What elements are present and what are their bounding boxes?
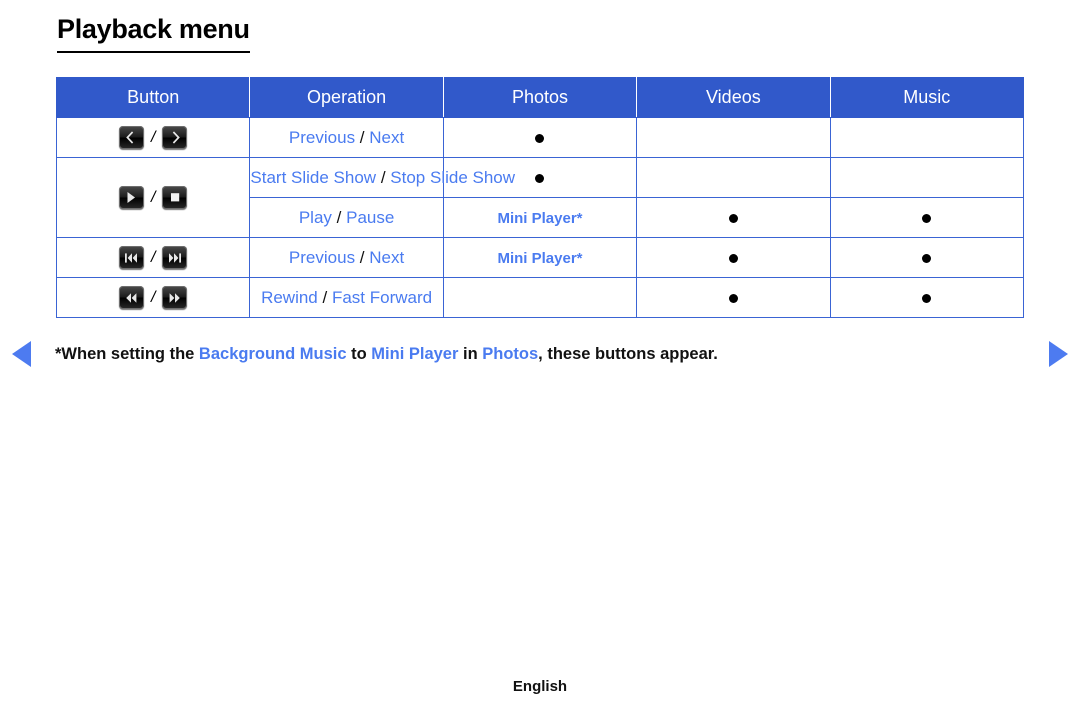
footnote-part-2: to <box>346 344 372 363</box>
operation-separator: / <box>359 247 365 267</box>
operation-left: Play <box>298 207 332 227</box>
supported-dot <box>728 253 738 263</box>
play-icon[interactable] <box>118 186 144 209</box>
button-cell-skip: / <box>55 237 251 278</box>
supported-dot <box>922 293 932 303</box>
supported-dot <box>535 173 545 183</box>
footnote-text: *When setting the Background Music to Mi… <box>31 345 1049 364</box>
videos-cell <box>636 237 831 278</box>
operation-text: Start Slide Show / Stop Slide Show <box>250 168 515 187</box>
chevron-left-icon[interactable] <box>118 126 144 149</box>
column-header-photos: Photos <box>442 77 638 118</box>
videos-cell <box>636 157 831 198</box>
operation-cell: Previous / Next <box>249 237 444 278</box>
separator: / <box>150 128 156 146</box>
operation-right: Next <box>369 247 405 267</box>
button-cell-rewind-ff: / <box>55 277 251 318</box>
footnote-term-mini-player: Mini Player <box>371 344 459 363</box>
button-pair: / <box>57 286 249 309</box>
operation-left: Rewind <box>261 287 318 307</box>
operation-separator: / <box>336 207 342 227</box>
operation-right: Fast Forward <box>331 287 433 307</box>
table-row: / Previous / Next <box>55 117 1025 158</box>
footnote-term-background-music: Background Music <box>198 344 347 363</box>
rewind-icon[interactable] <box>118 286 144 309</box>
operation-separator: / <box>322 287 328 307</box>
operation-cell: Rewind / Fast Forward <box>249 277 444 318</box>
footnote-row: *When setting the Background Music to Mi… <box>0 338 1080 370</box>
separator: / <box>150 248 156 266</box>
mini-player-label: Mini Player* <box>497 249 583 267</box>
operation-right: Pause <box>346 207 395 227</box>
supported-dot <box>922 213 932 223</box>
operation-cell: Play / Pause <box>249 197 444 238</box>
supported-dot <box>922 253 932 263</box>
photos-cell: Mini Player* <box>442 197 638 238</box>
table-body: / Previous / Next / Start Slide Show / S… <box>55 117 1025 318</box>
playback-menu-table: Button Operation Photos Videos Music / P… <box>55 77 1025 318</box>
footnote-part-1: *When setting the <box>55 344 199 363</box>
music-cell <box>829 277 1025 318</box>
videos-cell <box>636 277 831 318</box>
separator: / <box>150 288 156 306</box>
operation-cell: Start Slide Show / Stop Slide Show <box>249 157 515 198</box>
photos-cell <box>442 277 638 318</box>
operation-text: Previous / Next <box>289 128 404 147</box>
operation-left: Previous <box>288 247 356 267</box>
skip-next-icon[interactable] <box>162 246 188 269</box>
footnote-part-4: , these buttons appear. <box>538 344 718 363</box>
videos-cell <box>636 197 831 238</box>
operation-right: Stop Slide Show <box>390 167 516 187</box>
triangle-right-icon[interactable] <box>1049 341 1068 367</box>
operation-left: Previous <box>288 127 356 147</box>
column-header-button: Button <box>55 77 251 118</box>
stop-icon[interactable] <box>162 186 188 209</box>
page-title: Playback menu <box>57 14 250 54</box>
photos-cell: Mini Player* <box>442 237 638 278</box>
column-header-music: Music <box>829 77 1025 118</box>
footnote-part-3: in <box>458 344 483 363</box>
music-cell <box>829 117 1025 158</box>
supported-dot <box>535 133 545 143</box>
table-header: Button Operation Photos Videos Music <box>55 77 1025 118</box>
button-cell-play-stop: / <box>55 157 251 238</box>
button-pair: / <box>57 186 249 209</box>
footer-language-label: English <box>512 678 568 695</box>
operation-text: Play / Pause <box>299 208 394 227</box>
operation-cell: Previous / Next <box>249 117 444 158</box>
music-cell <box>829 237 1025 278</box>
skip-previous-icon[interactable] <box>118 246 144 269</box>
operation-left: Start Slide Show <box>250 167 377 187</box>
table-row: / Previous / Next Mini Player* <box>55 237 1025 278</box>
table-row: / Start Slide Show / Stop Slide Show <box>55 157 1025 238</box>
button-pair: / <box>57 246 249 269</box>
mini-player-label: Mini Player* <box>497 209 583 227</box>
button-pair: / <box>57 126 249 149</box>
table-row: / Rewind / Fast Forward <box>55 277 1025 318</box>
videos-cell <box>636 117 831 158</box>
operation-text: Previous / Next <box>289 248 404 267</box>
operation-separator: / <box>380 167 386 187</box>
operation-text: Rewind / Fast Forward <box>261 288 432 307</box>
supported-dot <box>728 293 738 303</box>
separator: / <box>150 188 156 206</box>
triangle-left-icon[interactable] <box>12 341 31 367</box>
operation-right: Next <box>369 127 405 147</box>
photos-cell <box>442 117 638 158</box>
button-cell-chevrons: / <box>55 117 251 158</box>
supported-dot <box>728 213 738 223</box>
column-header-videos: Videos <box>636 77 831 118</box>
fast-forward-icon[interactable] <box>162 286 188 309</box>
table-header-row: Button Operation Photos Videos Music <box>55 77 1025 118</box>
chevron-right-icon[interactable] <box>162 126 188 149</box>
music-cell <box>829 157 1025 198</box>
column-header-operation: Operation <box>249 77 444 118</box>
footnote-term-photos: Photos <box>482 344 539 363</box>
music-cell <box>829 197 1025 238</box>
operation-separator: / <box>359 127 365 147</box>
